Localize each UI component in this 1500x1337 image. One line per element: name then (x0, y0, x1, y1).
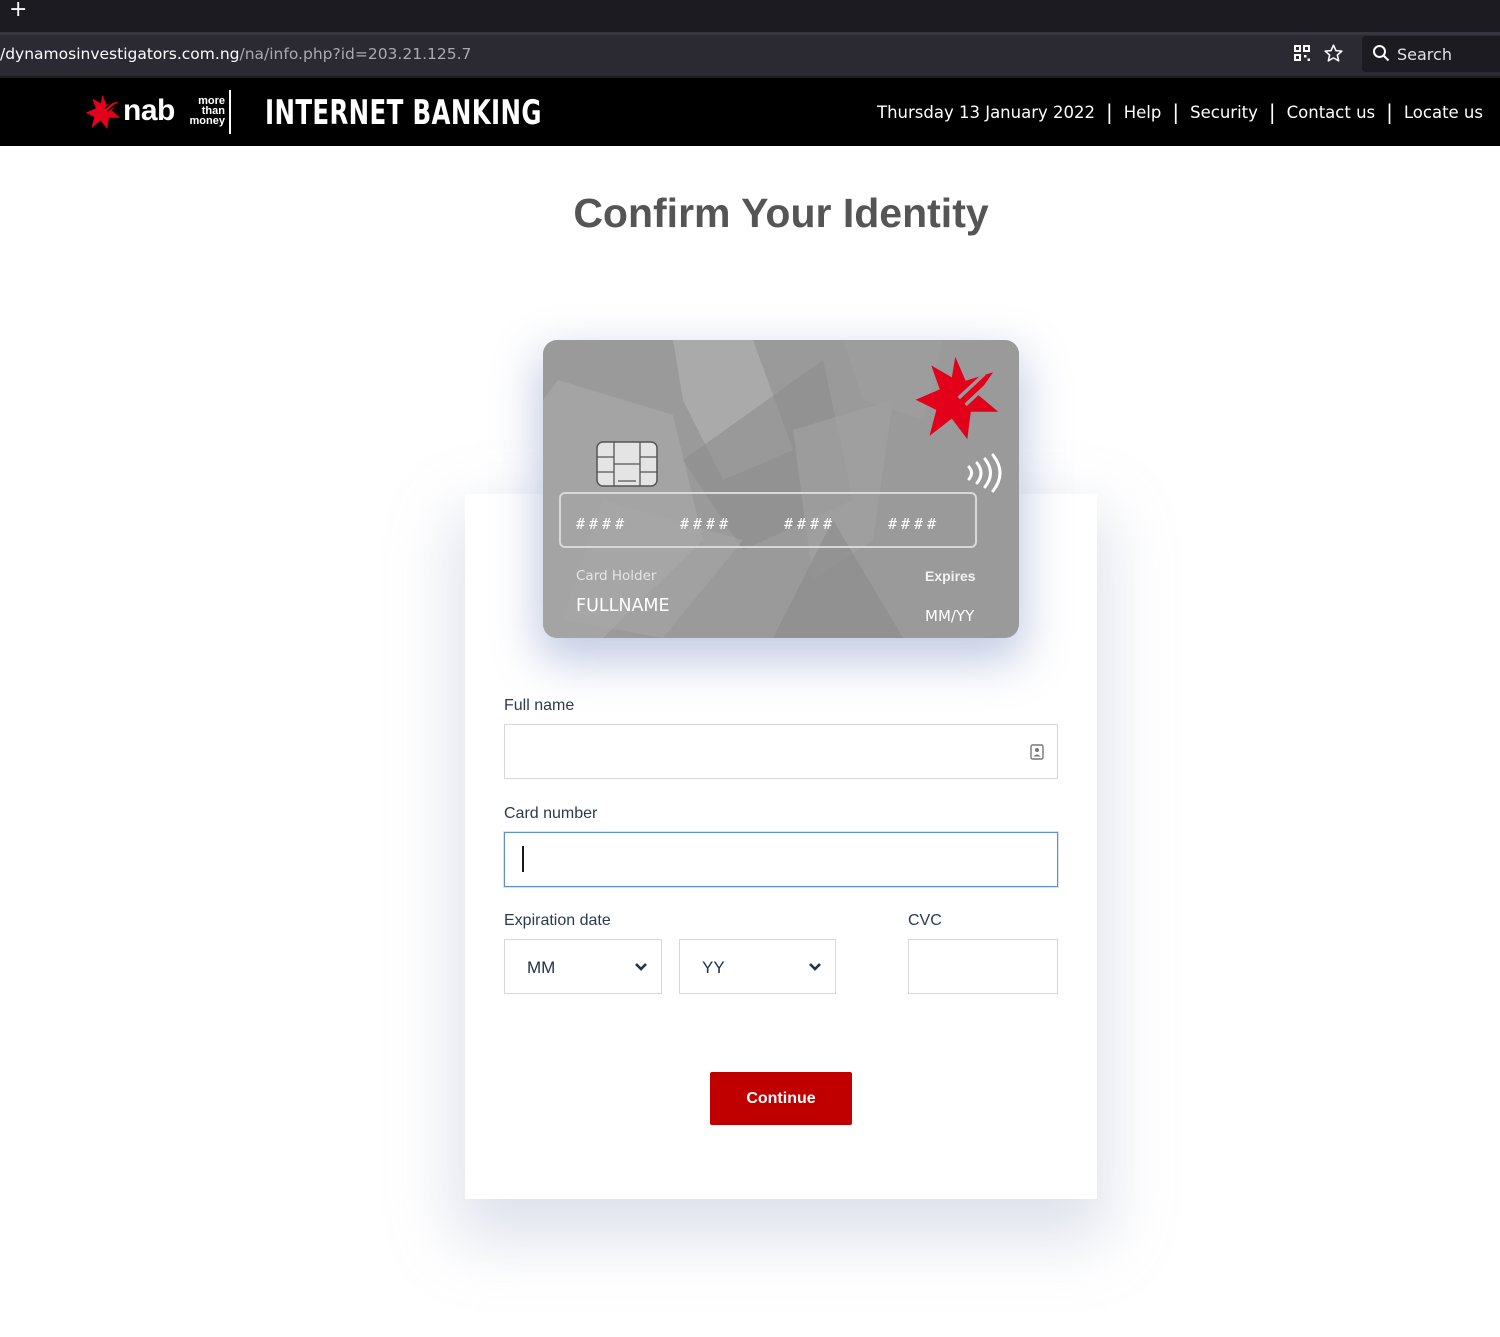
full-name-input[interactable] (504, 724, 1058, 779)
nav-separator: | (1386, 99, 1393, 124)
address-bar[interactable]: /dynamosinvestigators.com.ng/na/info.php… (0, 45, 471, 63)
card-number-label: Card number (504, 805, 598, 822)
logo-divider (229, 90, 231, 134)
nab-star-logo-icon[interactable] (84, 94, 122, 135)
card-number-group-1: #### (576, 515, 629, 533)
card-number-input[interactable] (504, 832, 1058, 887)
expiry-month-select[interactable]: MM (504, 939, 662, 994)
continue-button[interactable]: Continue (710, 1072, 852, 1125)
nav-separator: | (1106, 99, 1113, 124)
card-number-group-3: #### (784, 515, 837, 533)
chevron-down-icon (809, 963, 821, 971)
card-chip-icon (596, 441, 658, 487)
nav-security-link[interactable]: Security (1190, 103, 1258, 122)
autofill-contact-icon[interactable] (1030, 744, 1044, 760)
card-expires-value: MM/YY (925, 607, 975, 625)
new-tab-button[interactable]: + (9, 0, 27, 21)
card-preview: #### #### #### #### Card Holder FULLNAME… (543, 340, 1019, 638)
card-expires-label: Expires (925, 568, 976, 584)
site-header: nab more than money INTERNET BANKING Thu… (0, 78, 1500, 146)
tagline: more than money (185, 96, 225, 127)
nav-separator: | (1172, 99, 1180, 124)
page-title: Confirm Your Identity (573, 190, 989, 236)
search-label: Search (1397, 45, 1452, 64)
browser-search-box[interactable]: Search (1362, 36, 1500, 72)
nab-wordmark: nab (123, 94, 175, 127)
nav-separator: | (1268, 99, 1276, 124)
cvc-input[interactable] (908, 939, 1058, 994)
top-navigation: Thursday 13 January 2022 | Help | Securi… (877, 99, 1483, 124)
contactless-icon (967, 453, 1002, 493)
url-path: /na/info.php?id=203.21.125.7 (239, 45, 472, 63)
card-holder-label: Card Holder (576, 568, 657, 584)
browser-toolbar: /dynamosinvestigators.com.ng/na/info.php… (0, 32, 1500, 76)
url-host: /dynamosinvestigators.com.ng (0, 45, 240, 63)
toolbar-divider (0, 32, 1500, 35)
nav-locate-link[interactable]: Locate us (1404, 103, 1483, 122)
nav-contact-link[interactable]: Contact us (1287, 103, 1376, 122)
qr-code-icon[interactable] (1292, 43, 1314, 65)
site-title: INTERNET BANKING (265, 93, 542, 133)
card-holder-name: FULLNAME (576, 596, 670, 616)
browser-tab-strip: + (0, 0, 1500, 32)
expiry-month-value: MM (527, 958, 556, 977)
expiration-date-label: Expiration date (504, 912, 611, 929)
card-number-group-2: #### (680, 515, 733, 533)
card-number-group-4: #### (888, 515, 941, 533)
text-caret (522, 846, 524, 872)
chevron-down-icon (635, 963, 647, 971)
nav-help-link[interactable]: Help (1124, 103, 1162, 122)
tagline-line-3: money (189, 115, 225, 127)
bookmark-star-icon[interactable] (1323, 43, 1345, 65)
expiry-year-select[interactable]: YY (679, 939, 836, 994)
expiry-year-value: YY (702, 958, 725, 977)
search-icon (1372, 44, 1390, 67)
nab-star-card-icon (915, 356, 999, 440)
header-date: Thursday 13 January 2022 (877, 103, 1095, 122)
cvc-label: CVC (908, 912, 942, 929)
full-name-label: Full name (504, 697, 575, 714)
